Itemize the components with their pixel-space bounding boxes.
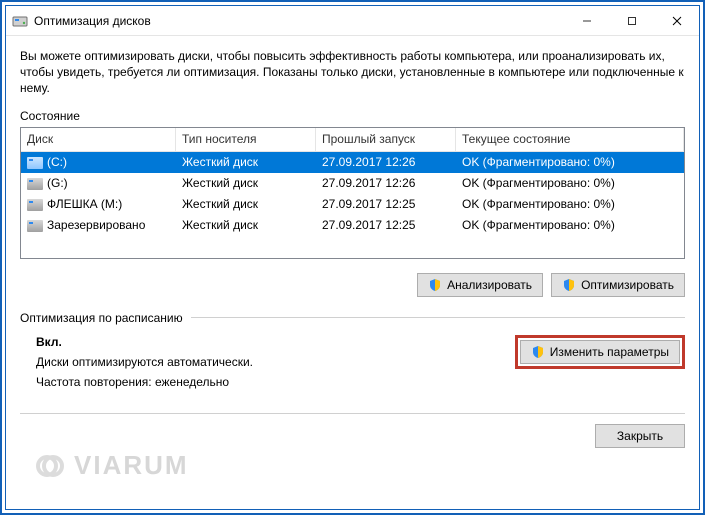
description-text: Вы можете оптимизировать диски, чтобы по… [20,48,685,97]
state-label: Состояние [20,109,685,123]
drive-row[interactable]: ФЛЕШКА (M:) Жесткий диск 27.09.2017 12:2… [21,194,684,215]
drive-name: ФЛЕШКА (M:) [47,197,122,211]
optimize-button[interactable]: Оптимизировать [551,273,685,297]
drive-icon [27,157,43,169]
drive-icon [27,199,43,211]
shield-icon [531,345,545,359]
button-label: Закрыть [617,429,663,443]
drive-list[interactable]: Диск Тип носителя Прошлый запуск Текущее… [20,127,685,259]
schedule-header: Оптимизация по расписанию [20,311,183,325]
col-header-status[interactable]: Текущее состояние [456,128,684,151]
titlebar: Оптимизация дисков [6,6,699,36]
drive-status: OK (Фрагментировано: 0%) [456,155,684,169]
divider [20,413,685,414]
drive-list-header: Диск Тип носителя Прошлый запуск Текущее… [21,128,684,152]
drive-last: 27.09.2017 12:25 [316,218,456,232]
divider [191,317,685,318]
drive-last: 27.09.2017 12:26 [316,155,456,169]
button-label: Оптимизировать [581,278,674,292]
shield-icon [428,278,442,292]
drive-media: Жесткий диск [176,155,316,169]
app-icon [12,13,28,29]
highlight-annotation: Изменить параметры [515,335,685,369]
schedule-line: Частота повторения: еженедельно [36,375,515,389]
change-settings-button[interactable]: Изменить параметры [520,340,680,364]
drive-name: (C:) [47,155,67,169]
schedule-line: Диски оптимизируются автоматически. [36,355,515,369]
col-header-drive[interactable]: Диск [21,128,176,151]
analyze-button[interactable]: Анализировать [417,273,543,297]
schedule-status: Вкл. [36,335,515,349]
drive-name: (G:) [47,176,68,190]
drive-row[interactable]: (G:) Жесткий диск 27.09.2017 12:26 OK (Ф… [21,173,684,194]
drive-row[interactable]: (C:) Жесткий диск 27.09.2017 12:26 OK (Ф… [21,152,684,173]
drive-name: Зарезервировано [47,218,145,232]
drive-status: OK (Фрагментировано: 0%) [456,176,684,190]
col-header-last[interactable]: Прошлый запуск [316,128,456,151]
drive-media: Жесткий диск [176,176,316,190]
close-window-button[interactable] [654,6,699,35]
shield-icon [562,278,576,292]
drive-status: OK (Фрагментировано: 0%) [456,218,684,232]
minimize-button[interactable] [564,6,609,35]
maximize-button[interactable] [609,6,654,35]
close-button[interactable]: Закрыть [595,424,685,448]
drive-status: OK (Фрагментировано: 0%) [456,197,684,211]
drive-icon [27,178,43,190]
button-label: Изменить параметры [550,345,669,359]
drive-icon [27,220,43,232]
drive-last: 27.09.2017 12:25 [316,197,456,211]
watermark-text: VIARUM [74,450,189,481]
col-header-media[interactable]: Тип носителя [176,128,316,151]
drive-media: Жесткий диск [176,218,316,232]
button-label: Анализировать [447,278,532,292]
drive-media: Жесткий диск [176,197,316,211]
drive-row[interactable]: Зарезервировано Жесткий диск 27.09.2017 … [21,215,684,236]
window-title: Оптимизация дисков [34,14,151,28]
watermark: VIARUM [30,450,189,481]
drive-last: 27.09.2017 12:26 [316,176,456,190]
